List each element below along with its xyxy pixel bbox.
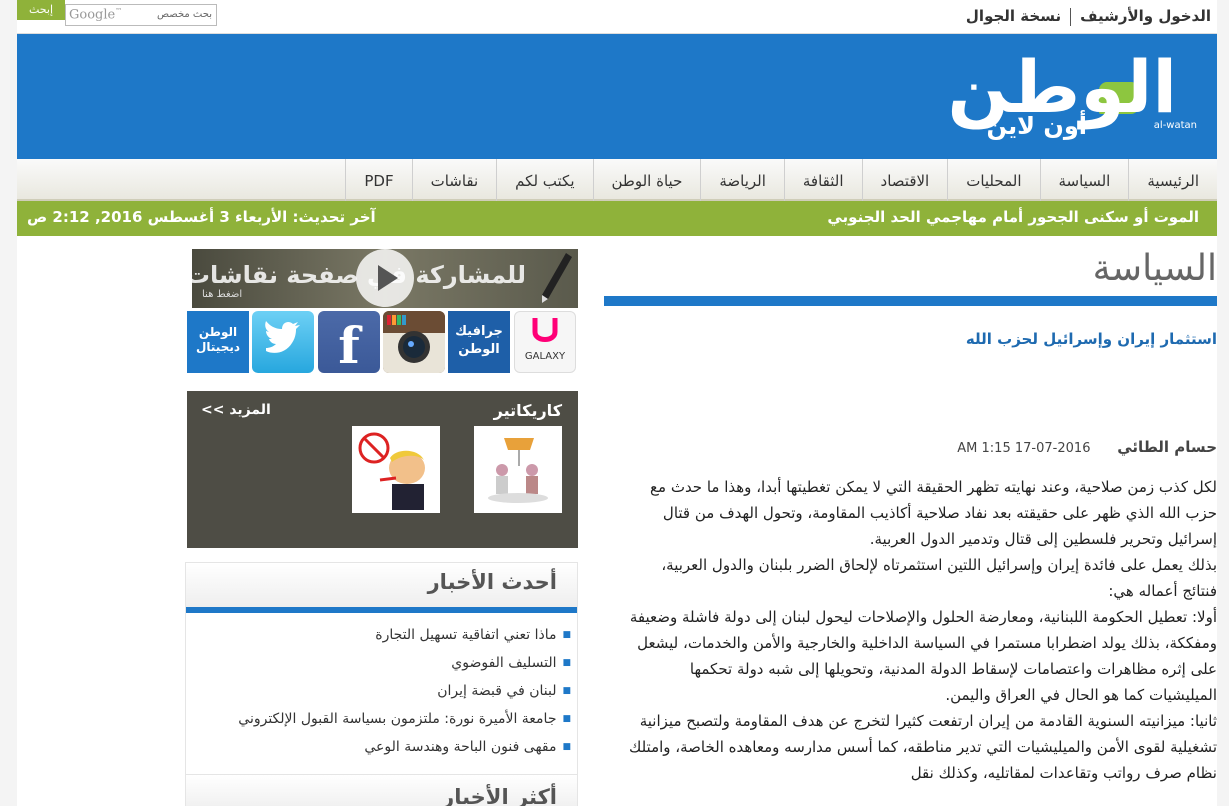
latest-news-box: أحدث الأخبار ■ ماذا تعني اتفاقية تسهيل ال… bbox=[185, 562, 578, 802]
watan-digital-label: الوطن ديجيتال bbox=[195, 325, 241, 354]
main-nav: الرئيسية السياسة المحليات الاقتصاد الثقا… bbox=[17, 159, 1217, 201]
nav-item-politics[interactable]: السياسة bbox=[1039, 159, 1129, 201]
logo-latin-text: al-watan bbox=[1153, 120, 1197, 131]
caricature-thumbnail[interactable] bbox=[474, 426, 562, 513]
nav-item-economy[interactable]: الاقتصاد bbox=[861, 159, 948, 201]
most-read-box: أكثر الأخبار bbox=[185, 774, 578, 806]
list-item[interactable]: ■ لبنان في قبضة إيران bbox=[192, 677, 571, 705]
galaxy-app-link[interactable]: GALAXY bbox=[514, 311, 576, 373]
right-gutter bbox=[1217, 0, 1229, 806]
square-bullet-icon: ■ bbox=[562, 658, 571, 668]
news-ticker: الموت أو سكنى الجحور أمام مهاجمي الحد ال… bbox=[17, 201, 1217, 236]
top-links: الدخول والأرشيف نسخة الجوال bbox=[966, 7, 1211, 26]
google-logo: Google™ bbox=[69, 7, 123, 23]
nav-item-home[interactable]: الرئيسية bbox=[1128, 159, 1217, 201]
article-author: حسام الطائي bbox=[1117, 438, 1217, 456]
ticker-headline[interactable]: الموت أو سكنى الجحور أمام مهاجمي الحد ال… bbox=[827, 208, 1199, 226]
facebook-icon[interactable]: f bbox=[318, 311, 380, 373]
news-item-title: مقهى فنون الباحة وهندسة الوعي bbox=[364, 739, 557, 755]
article-paragraph: بذلك يعمل على فائدة إيران وإسرائيل اللتي… bbox=[661, 556, 1217, 600]
last-update-time: آخر تحديث: الأربعاء 3 أغسطس 2016, 2:12 ص bbox=[27, 208, 376, 226]
header-banner: الوطن أون لاين al-watan bbox=[17, 34, 1217, 159]
search-input[interactable]: Google™ بحث مخصص bbox=[65, 4, 217, 26]
pen-icon bbox=[542, 253, 572, 303]
nav-item-pdf[interactable]: PDF bbox=[345, 159, 411, 201]
list-item[interactable]: ■ ماذا تعني اتفاقية تسهيل التجارة bbox=[192, 621, 571, 649]
watan-graphic-link[interactable]: جرافيك الوطن bbox=[448, 311, 510, 373]
social-links: الوطن ديجيتال f جرافيك الوطن GALAXY bbox=[187, 311, 577, 373]
list-item[interactable]: ■ التسليف الفوضوي bbox=[192, 649, 571, 677]
nav-item-local[interactable]: المحليات bbox=[947, 159, 1039, 201]
search-button[interactable]: إبحث bbox=[17, 0, 65, 20]
watan-digital-link[interactable]: الوطن ديجيتال bbox=[187, 311, 249, 373]
instagram-camera-icon bbox=[383, 311, 445, 373]
instagram-icon[interactable] bbox=[383, 311, 445, 373]
news-item-title: التسليف الفوضوي bbox=[451, 655, 557, 671]
caricature-title: كاريكاتير bbox=[493, 401, 562, 420]
list-item[interactable]: ■ جامعة الأميرة نورة: ملتزمون بسياسة القب… bbox=[192, 705, 571, 733]
section-title: السياسة bbox=[1092, 248, 1217, 289]
promo-click-here: اضغط هنا bbox=[202, 289, 243, 300]
nav-item-writers[interactable]: يكتب لكم bbox=[496, 159, 592, 201]
main-nav-items: الرئيسية السياسة المحليات الاقتصاد الثقا… bbox=[345, 159, 1217, 201]
site-logo[interactable]: الوطن أون لاين al-watan bbox=[927, 42, 1197, 152]
nav-item-discussions[interactable]: نقاشات bbox=[411, 159, 497, 201]
nav-item-sports[interactable]: الرياضة bbox=[700, 159, 784, 201]
section-divider bbox=[604, 296, 1217, 306]
play-icon[interactable] bbox=[356, 249, 414, 307]
square-bullet-icon: ■ bbox=[562, 630, 571, 640]
article-paragraph: ثانيا: ميزانيته السنوية القادمة من إيران… bbox=[628, 712, 1217, 782]
twitter-icon[interactable] bbox=[252, 311, 314, 373]
article-paragraph: لكل كذب زمن صلاحية، وعند نهايته تظهر الح… bbox=[650, 478, 1217, 548]
news-item-title: لبنان في قبضة إيران bbox=[437, 683, 557, 699]
logo-subtitle: أون لاين bbox=[986, 112, 1087, 140]
square-bullet-icon: ■ bbox=[562, 742, 571, 752]
caricature-more-link[interactable]: المزيد >> bbox=[201, 402, 271, 418]
latest-news-title: أحدث الأخبار bbox=[427, 570, 557, 594]
article-paragraph: أولا: تعطيل الحكومة اللبنانية، ومعارضة ا… bbox=[629, 608, 1217, 704]
news-item-title: جامعة الأميرة نورة: ملتزمون بسياسة القبو… bbox=[238, 711, 557, 727]
news-item-title: ماذا تعني اتفاقية تسهيل التجارة bbox=[375, 627, 557, 643]
left-gutter bbox=[0, 0, 17, 806]
nav-item-culture[interactable]: الثقافة bbox=[783, 159, 862, 201]
latest-news-list: ■ ماذا تعني اتفاقية تسهيل التجارة ■ التسلي… bbox=[186, 613, 577, 761]
galaxy-label: GALAXY bbox=[524, 351, 566, 362]
latest-news-header: أحدث الأخبار bbox=[186, 563, 577, 607]
most-read-title: أكثر الأخبار bbox=[442, 785, 557, 806]
mobile-version-link[interactable]: نسخة الجوال bbox=[966, 7, 1061, 25]
search-placeholder: بحث مخصص bbox=[157, 9, 212, 20]
galaxy-u-icon bbox=[532, 318, 558, 342]
article-headline[interactable]: استثمار إيران وإسرائيل لحزب الله bbox=[966, 330, 1217, 348]
caricature-drawing bbox=[358, 432, 425, 510]
google-logo-text: Google bbox=[69, 7, 116, 23]
twitter-bird-icon bbox=[265, 321, 300, 353]
watan-graphic-label: جرافيك الوطن bbox=[455, 324, 503, 357]
square-bullet-icon: ■ bbox=[562, 686, 571, 696]
article-body: لكل كذب زمن صلاحية، وعند نهايته تظهر الح… bbox=[627, 474, 1217, 786]
caricature-box: كاريكاتير المزيد >> bbox=[187, 391, 578, 548]
square-bullet-icon: ■ bbox=[562, 714, 571, 724]
page: الدخول والأرشيف نسخة الجوال إبحث Google™ … bbox=[0, 0, 1229, 806]
article-meta: حسام الطائي 2016-07-17 1:15 AM bbox=[957, 438, 1217, 456]
top-links-divider bbox=[1070, 7, 1072, 26]
archive-login-link[interactable]: الدخول والأرشيف bbox=[1080, 7, 1211, 25]
article-date: 2016-07-17 1:15 AM bbox=[957, 441, 1091, 456]
discussions-promo-banner[interactable]: للمشاركة في صفحة نقاشات اضغط هنا bbox=[192, 249, 578, 308]
list-item[interactable]: ■ مقهى فنون الباحة وهندسة الوعي bbox=[192, 733, 571, 761]
nav-item-watan-life[interactable]: حياة الوطن bbox=[592, 159, 701, 201]
caricature-drawing bbox=[488, 438, 548, 503]
caricature-thumbnail[interactable] bbox=[352, 426, 440, 513]
